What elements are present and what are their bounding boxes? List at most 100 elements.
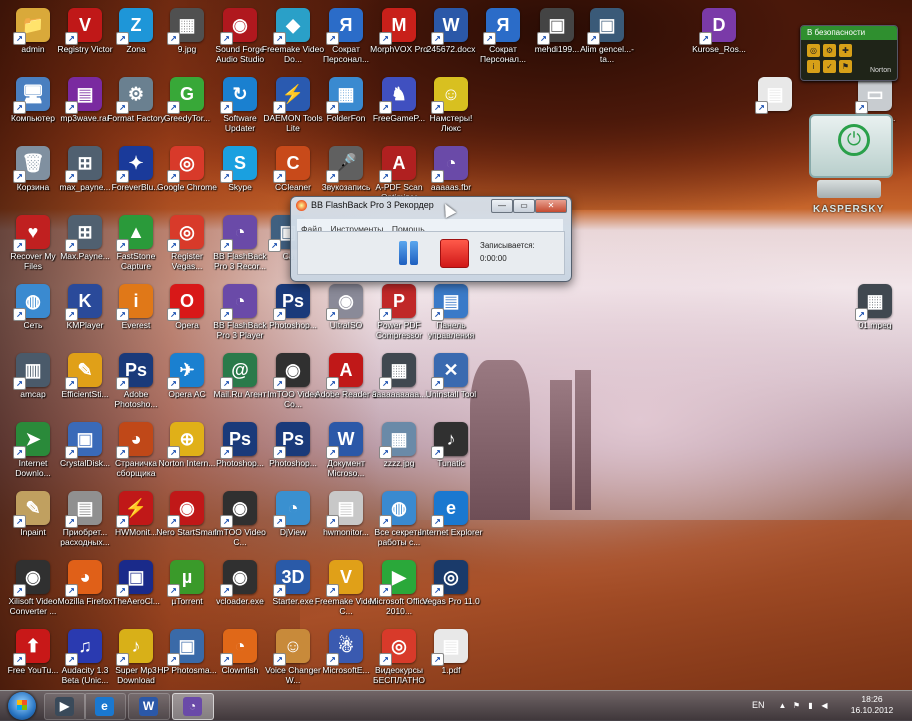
tray-volume-icon[interactable]: ◀ <box>820 701 829 710</box>
desktop-icon[interactable]: ☺ ↗ Намстеры! Люкс <box>418 73 484 141</box>
desktop-icon[interactable]: D ↗ Kurose_Ros... <box>686 4 752 72</box>
shortcut-arrow-icon: ↗ <box>273 101 286 114</box>
desktop-icon[interactable]: ▤ ↗ <box>742 73 808 141</box>
app-icon: ⊕ ↗ <box>167 422 204 459</box>
minimize-button[interactable]: — <box>491 199 513 213</box>
app-icon: ⬆ ↗ <box>13 629 50 666</box>
shortcut-arrow-icon: ↗ <box>273 32 286 45</box>
app-icon: ⚡ ↗ <box>273 77 310 114</box>
desktop-icon[interactable]: ▤ ↗ 1.pdf <box>418 625 484 693</box>
norton-tools-icon[interactable]: ✚ <box>839 44 852 57</box>
desktop-icon[interactable]: ▤ ↗ Панель управления <box>418 280 484 348</box>
taskbar-button[interactable]: ▶ <box>44 693 86 720</box>
flashback-app-icon <box>296 200 307 211</box>
stop-button[interactable] <box>440 239 469 268</box>
desktop-icon-label: Намстеры! Люкс <box>429 113 473 133</box>
desktop-icon[interactable]: ▦ ↗ 01.mpeg <box>842 280 908 348</box>
kaspersky-base <box>817 180 881 198</box>
taskbar-button[interactable]: ◔ <box>172 693 214 720</box>
shortcut-arrow-icon: ↗ <box>379 584 392 597</box>
app-icon: ◉ ↗ <box>167 491 204 528</box>
close-button[interactable]: ✕ <box>535 199 567 213</box>
norton-gadget[interactable]: В безопасности ◎ ⚙ ✚ i ✓ ⚑ Norton <box>800 25 898 81</box>
shortcut-arrow-icon: ↗ <box>220 101 233 114</box>
shortcut-arrow-icon: ↗ <box>273 377 286 390</box>
recorder-titlebar[interactable]: BB FlashBack Pro 3 Рекордер — ▭ ✕ <box>291 197 571 215</box>
app-icon: ▦ ↗ <box>167 8 204 45</box>
desktop-icon[interactable]: ♪ ↗ Tunatic <box>418 418 484 486</box>
shortcut-arrow-icon: ↗ <box>326 308 339 321</box>
start-button[interactable] <box>8 692 36 720</box>
taskbar-button[interactable]: W <box>128 693 170 720</box>
shortcut-arrow-icon: ↗ <box>116 653 129 666</box>
desktop-icon[interactable]: e ↗ Internet Explorer <box>418 487 484 555</box>
taskbar-app-icon: e <box>95 697 114 716</box>
shortcut-arrow-icon: ↗ <box>855 308 868 321</box>
app-icon: ➤ ↗ <box>13 422 50 459</box>
norton-check-icon[interactable]: ✓ <box>823 60 836 73</box>
app-icon: ◔ ↗ <box>220 284 257 321</box>
shortcut-arrow-icon: ↗ <box>431 377 444 390</box>
clock-time: 18:26 <box>861 694 883 704</box>
app-icon: K ↗ <box>65 284 102 321</box>
shortcut-arrow-icon: ↗ <box>13 653 26 666</box>
app-icon: ◔ ↗ <box>273 491 310 528</box>
norton-brand: Norton <box>869 67 891 74</box>
app-icon: ◕ ↗ <box>65 560 102 597</box>
tray-network-icon[interactable]: ▮ <box>806 701 815 710</box>
power-icon[interactable]: ⏻ <box>838 124 870 156</box>
pause-button[interactable] <box>395 239 421 267</box>
shortcut-arrow-icon: ↗ <box>167 239 180 252</box>
shortcut-arrow-icon: ↗ <box>431 584 444 597</box>
norton-info-icon[interactable]: i <box>807 60 820 73</box>
tray-up-arrow-icon[interactable]: ▲ <box>778 701 787 710</box>
app-icon: ◉ ↗ <box>326 284 363 321</box>
clock[interactable]: 18:26 16.10.2012 <box>842 694 902 716</box>
recorder-window[interactable]: BB FlashBack Pro 3 Рекордер — ▭ ✕ Файл И… <box>290 196 572 282</box>
shortcut-arrow-icon: ↗ <box>379 653 392 666</box>
kaspersky-gadget[interactable]: ⏻ KASPERSKY <box>805 110 895 222</box>
shortcut-arrow-icon: ↗ <box>273 308 286 321</box>
app-icon: e ↗ <box>431 491 468 528</box>
shortcut-arrow-icon: ↗ <box>167 101 180 114</box>
app-icon: Z ↗ <box>116 8 153 45</box>
norton-settings-icon[interactable]: ⚙ <box>823 44 836 57</box>
shortcut-arrow-icon: ↗ <box>273 653 286 666</box>
shortcut-arrow-icon: ↗ <box>379 377 392 390</box>
norton-shield-icon[interactable]: ⚑ <box>839 60 852 73</box>
app-icon: Я ↗ <box>483 8 520 45</box>
app-icon: ◎ ↗ <box>431 560 468 597</box>
desktop-icon-label: Internet Explorer <box>419 527 483 537</box>
shortcut-arrow-icon: ↗ <box>431 308 444 321</box>
shortcut-arrow-icon: ↗ <box>326 515 339 528</box>
desktop-icon[interactable]: ▣ ↗ Alim gencel...-ta... <box>574 4 640 72</box>
shortcut-arrow-icon: ↗ <box>13 32 26 45</box>
shortcut-arrow-icon: ↗ <box>220 584 233 597</box>
app-icon: ◕ ↗ <box>116 422 153 459</box>
recording-timer: 0:00:00 <box>480 254 507 263</box>
app-icon: 🎤 ↗ <box>326 146 363 183</box>
desktop-icon[interactable]: ✕ ↗ Uninstall Tool <box>418 349 484 417</box>
app-icon: 🗑 ↗ <box>13 146 50 183</box>
app-icon: ◉ ↗ <box>220 560 257 597</box>
app-icon: ⊞ ↗ <box>65 215 102 252</box>
tray-flag-icon[interactable]: ⚑ <box>792 701 801 710</box>
app-icon: V ↗ <box>65 8 102 45</box>
app-icon: ⊞ ↗ <box>65 146 102 183</box>
shortcut-arrow-icon: ↗ <box>13 239 26 252</box>
app-icon: P ↗ <box>379 284 416 321</box>
norton-scan-icon[interactable]: ◎ <box>807 44 820 57</box>
app-icon: Ps ↗ <box>220 422 257 459</box>
app-icon: ▣ ↗ <box>587 8 624 45</box>
taskbar-button[interactable]: e <box>84 693 126 720</box>
maximize-button[interactable]: ▭ <box>513 199 535 213</box>
app-icon: i ↗ <box>116 284 153 321</box>
shortcut-arrow-icon: ↗ <box>326 653 339 666</box>
shortcut-arrow-icon: ↗ <box>220 515 233 528</box>
desktop-icon-label: aaaaas.fbr <box>430 182 472 192</box>
shortcut-arrow-icon: ↗ <box>273 515 286 528</box>
desktop-icon[interactable]: ◎ ↗ Vegas Pro 11.0 <box>418 556 484 624</box>
app-icon: ♥ ↗ <box>13 215 50 252</box>
language-indicator[interactable]: EN <box>752 700 765 710</box>
shortcut-arrow-icon: ↗ <box>65 515 78 528</box>
